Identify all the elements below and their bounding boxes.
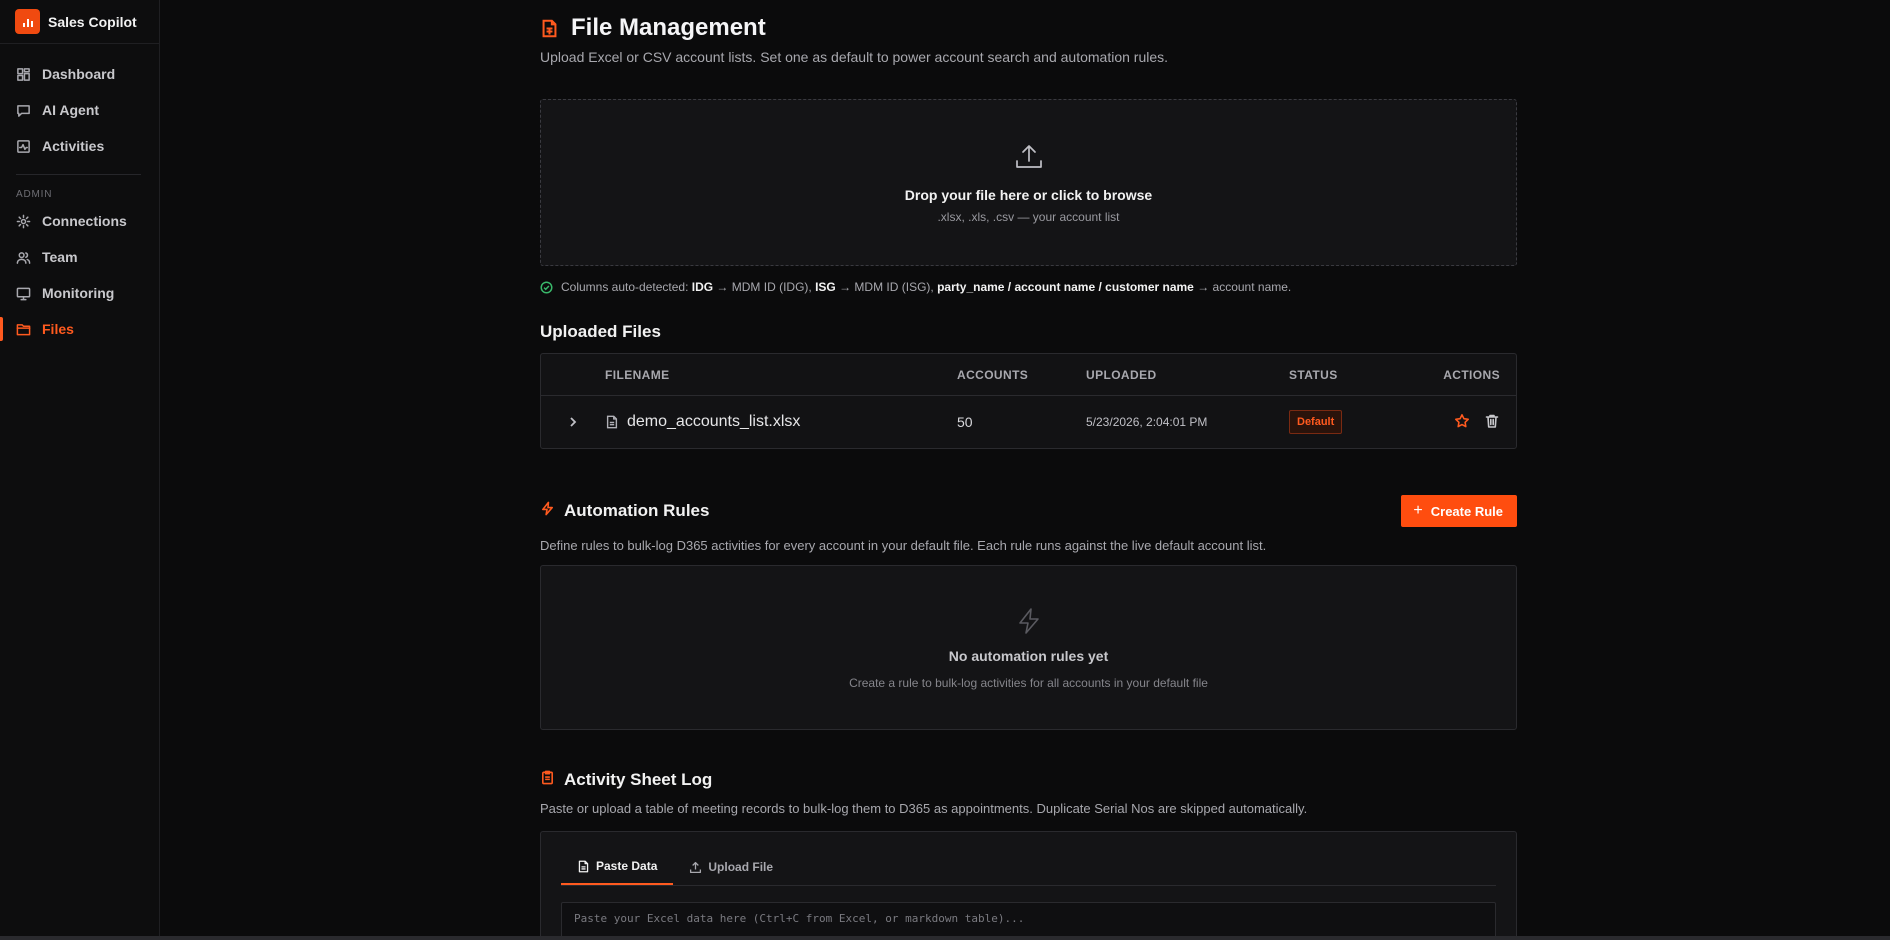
brand-name: Sales Copilot xyxy=(48,13,137,30)
activity-sheet-header: Activity Sheet Log xyxy=(540,768,1517,792)
automation-rules-title: Automation Rules xyxy=(564,501,710,520)
file-sheet-icon xyxy=(542,19,557,37)
table-header: FILENAME ACCOUNTS UPLOADED STATUS ACTION… xyxy=(541,354,1516,396)
lightning-icon xyxy=(1018,607,1039,634)
folder-icon xyxy=(16,323,31,335)
cell-actions xyxy=(1419,413,1516,432)
sidebar: Sales Copilot Dashboard AI Agent Activit… xyxy=(0,0,160,940)
dropzone-title: Drop your file here or click to browse xyxy=(904,187,1153,203)
activity-sheet-description: Paste or upload a table of meeting recor… xyxy=(540,801,1308,816)
star-icon xyxy=(1455,413,1469,427)
col-header-accounts[interactable]: ACCOUNTS xyxy=(957,368,1086,382)
plus-icon: + xyxy=(1413,502,1423,519)
tab-upload-file[interactable]: Upload File xyxy=(673,849,789,885)
cell-status: Default xyxy=(1289,410,1419,434)
clipboard-icon xyxy=(540,770,564,790)
sidebar-nav: Dashboard AI Agent Activities ADMIN Conn… xyxy=(0,44,159,347)
sidebar-item-label: Activities xyxy=(42,138,105,154)
sidebar-item-label: Dashboard xyxy=(42,66,116,82)
cell-accounts: 50 xyxy=(957,414,973,430)
table-row[interactable]: demo_accounts_list.xlsx 50 5/23/2026, 2:… xyxy=(541,396,1516,448)
detected-name-map: → account name. xyxy=(1193,280,1292,294)
col-header-filename[interactable]: FILENAME xyxy=(605,368,957,382)
cell-uploaded: 5/23/2026, 2:04:01 PM xyxy=(1086,415,1208,429)
activity-sheet-card: Paste Data Upload File xyxy=(540,831,1517,940)
sidebar-item-activities[interactable]: Activities xyxy=(0,128,159,164)
chevron-right-icon xyxy=(570,417,577,427)
sidebar-item-team[interactable]: Team xyxy=(0,239,159,275)
columns-detected-note: Columns auto-detected: IDG → MDM ID (IDG… xyxy=(540,279,1517,295)
uploaded-files-title: Uploaded Files xyxy=(540,322,661,341)
check-circle-icon xyxy=(540,280,553,294)
sidebar-item-label: Team xyxy=(42,249,78,265)
activity-icon xyxy=(17,139,30,153)
automation-rules-description: Define rules to bulk-log D365 activities… xyxy=(540,538,1267,553)
monitor-icon xyxy=(16,287,31,300)
page-title: File Management xyxy=(571,14,766,41)
col-header-actions: ACTIONS xyxy=(1443,367,1500,382)
detected-prefix: Columns auto-detected: xyxy=(561,280,689,294)
create-rule-button[interactable]: + Create Rule xyxy=(1401,495,1517,527)
tab-paste-data[interactable]: Paste Data xyxy=(561,849,674,885)
sidebar-item-label: Monitoring xyxy=(42,285,115,301)
tab-label: Upload File xyxy=(708,860,774,874)
sidebar-divider xyxy=(16,174,141,175)
sidebar-item-label: Connections xyxy=(42,213,127,229)
file-dropzone[interactable]: Drop your file here or click to browse .… xyxy=(540,99,1517,266)
status-badge: Default xyxy=(1289,410,1343,434)
main-content: File Management Upload Excel or CSV acco… xyxy=(160,0,1890,940)
brand[interactable]: Sales Copilot xyxy=(0,0,159,44)
activity-sheet-title: Activity Sheet Log xyxy=(564,770,713,789)
detected-isg-map: → MDM ID (ISG), xyxy=(835,280,938,294)
detected-isg: ISG xyxy=(815,280,836,294)
detected-name-columns: party_name / account name / customer nam… xyxy=(937,280,1194,294)
dashboard-icon xyxy=(17,67,30,81)
chat-icon xyxy=(17,104,30,117)
col-header-status[interactable]: STATUS xyxy=(1289,368,1419,382)
sidebar-item-monitoring[interactable]: Monitoring xyxy=(0,275,159,311)
document-icon xyxy=(578,860,589,872)
cell-filename: demo_accounts_list.xlsx xyxy=(605,413,957,431)
empty-state-title: No automation rules yet xyxy=(948,647,1109,664)
automation-rules-header: Automation Rules + Create Rule xyxy=(540,495,1517,527)
dropzone-subtitle: .xlsx, .xls, .csv — your account list xyxy=(937,210,1120,224)
upload-icon xyxy=(690,861,702,873)
automation-rules-empty-state: No automation rules yet Create a rule to… xyxy=(540,565,1517,730)
page-subtitle: Upload Excel or CSV account lists. Set o… xyxy=(540,49,1169,65)
bottom-scrollbar[interactable] xyxy=(0,936,1890,940)
gear-icon xyxy=(16,214,31,228)
file-icon xyxy=(606,415,618,429)
page-header: File Management xyxy=(540,14,1517,42)
expand-row-button[interactable] xyxy=(541,416,605,428)
filename-text: demo_accounts_list.xlsx xyxy=(627,413,801,430)
delete-file-button[interactable] xyxy=(1484,413,1500,432)
tab-label: Paste Data xyxy=(596,859,658,873)
sidebar-item-dashboard[interactable]: Dashboard xyxy=(0,56,159,92)
sidebar-item-connections[interactable]: Connections xyxy=(0,203,159,239)
lightning-icon xyxy=(540,501,564,521)
create-rule-label: Create Rule xyxy=(1430,503,1503,519)
detected-idg: IDG xyxy=(691,280,714,294)
sidebar-item-files[interactable]: Files xyxy=(0,311,159,347)
sidebar-item-label: Files xyxy=(42,321,74,337)
empty-state-subtitle: Create a rule to bulk-log activities for… xyxy=(849,675,1208,690)
trash-icon xyxy=(1485,414,1499,428)
sidebar-item-ai-agent[interactable]: AI Agent xyxy=(0,92,159,128)
set-default-button[interactable] xyxy=(1454,413,1470,432)
content-column: File Management Upload Excel or CSV acco… xyxy=(540,0,1517,940)
chart-logo-icon xyxy=(15,9,40,34)
sidebar-item-label: AI Agent xyxy=(42,102,100,118)
detected-idg-map: → MDM ID (IDG), xyxy=(713,280,816,294)
sidebar-section-admin: ADMIN xyxy=(16,189,53,200)
app-root: Sales Copilot Dashboard AI Agent Activit… xyxy=(0,0,1890,940)
paste-data-textarea[interactable] xyxy=(561,902,1496,940)
sheet-tabs: Paste Data Upload File xyxy=(561,832,1496,886)
col-header-uploaded[interactable]: UPLOADED xyxy=(1086,368,1289,382)
upload-icon xyxy=(1015,145,1042,168)
uploaded-files-table: FILENAME ACCOUNTS UPLOADED STATUS ACTION… xyxy=(540,353,1517,449)
users-icon xyxy=(16,251,31,264)
